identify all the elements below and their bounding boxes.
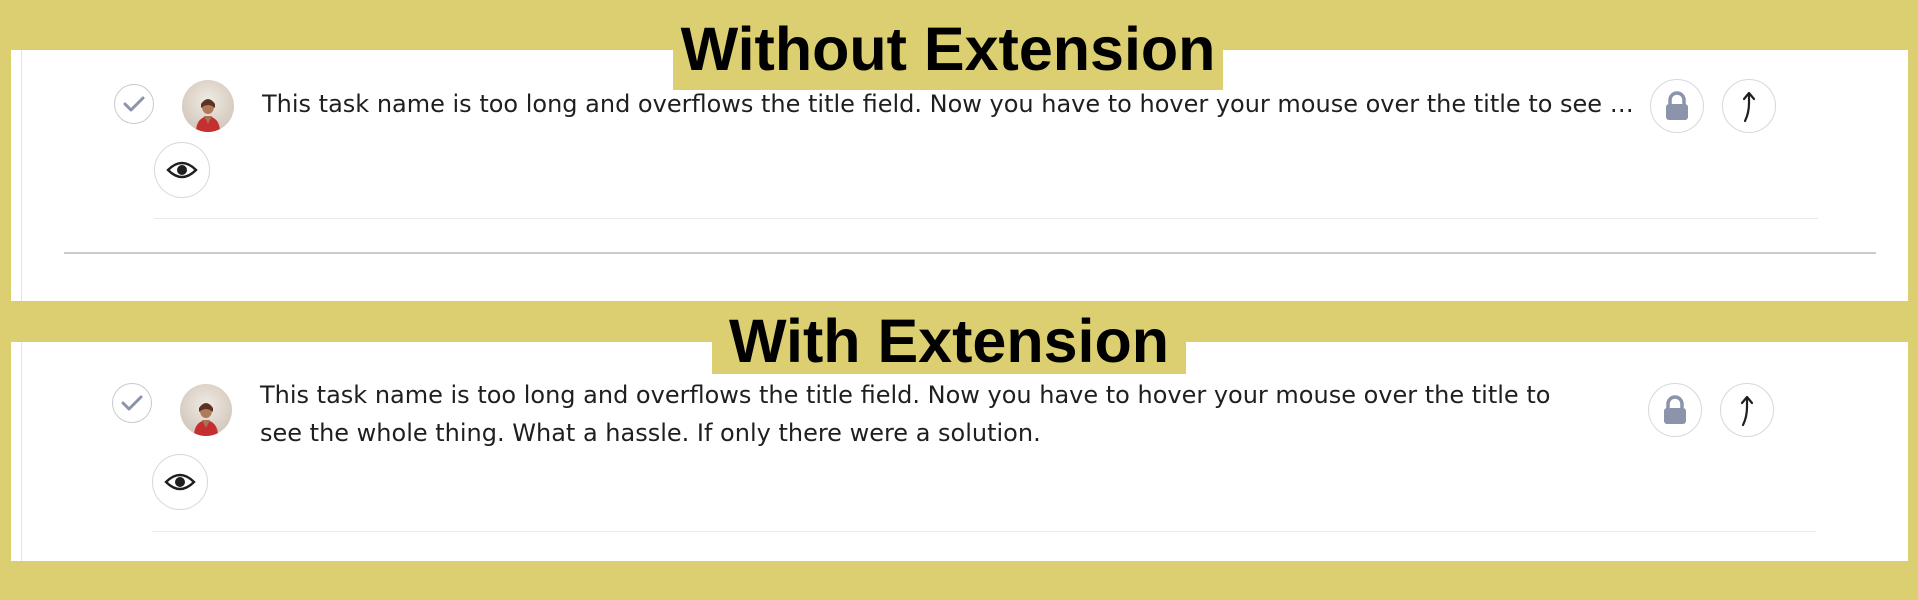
lock-icon bbox=[1666, 91, 1688, 120]
row-divider bbox=[154, 218, 1818, 219]
upload-button[interactable] bbox=[1722, 79, 1776, 133]
assignee-avatar[interactable] bbox=[182, 80, 234, 132]
task-title-wrapped[interactable]: This task name is too long and overflows… bbox=[260, 376, 1600, 452]
eye-icon bbox=[166, 161, 198, 179]
assignee-avatar[interactable] bbox=[180, 384, 232, 436]
check-icon bbox=[121, 395, 143, 411]
banner-with-extension: With Extension bbox=[712, 308, 1186, 374]
user-avatar bbox=[194, 403, 218, 436]
upload-arrow-icon bbox=[1740, 395, 1754, 427]
user-avatar bbox=[196, 99, 220, 132]
upload-arrow-icon bbox=[1742, 91, 1756, 123]
lock-button[interactable] bbox=[1648, 383, 1702, 437]
lock-button[interactable] bbox=[1650, 79, 1704, 133]
complete-task-button[interactable] bbox=[114, 84, 154, 124]
task-title-truncated[interactable]: This task name is too long and overflows… bbox=[262, 88, 1634, 120]
eye-icon bbox=[164, 473, 196, 491]
follow-task-button[interactable] bbox=[154, 142, 210, 198]
panel-edge-line bbox=[21, 50, 22, 301]
check-icon bbox=[123, 96, 145, 112]
banner-without-extension: Without Extension bbox=[673, 16, 1223, 90]
upload-button[interactable] bbox=[1720, 383, 1774, 437]
section-divider bbox=[64, 252, 1876, 254]
row-divider bbox=[152, 531, 1816, 532]
panel-edge-line bbox=[21, 342, 22, 561]
complete-task-button[interactable] bbox=[112, 383, 152, 423]
lock-icon bbox=[1664, 395, 1686, 424]
follow-task-button[interactable] bbox=[152, 454, 208, 510]
